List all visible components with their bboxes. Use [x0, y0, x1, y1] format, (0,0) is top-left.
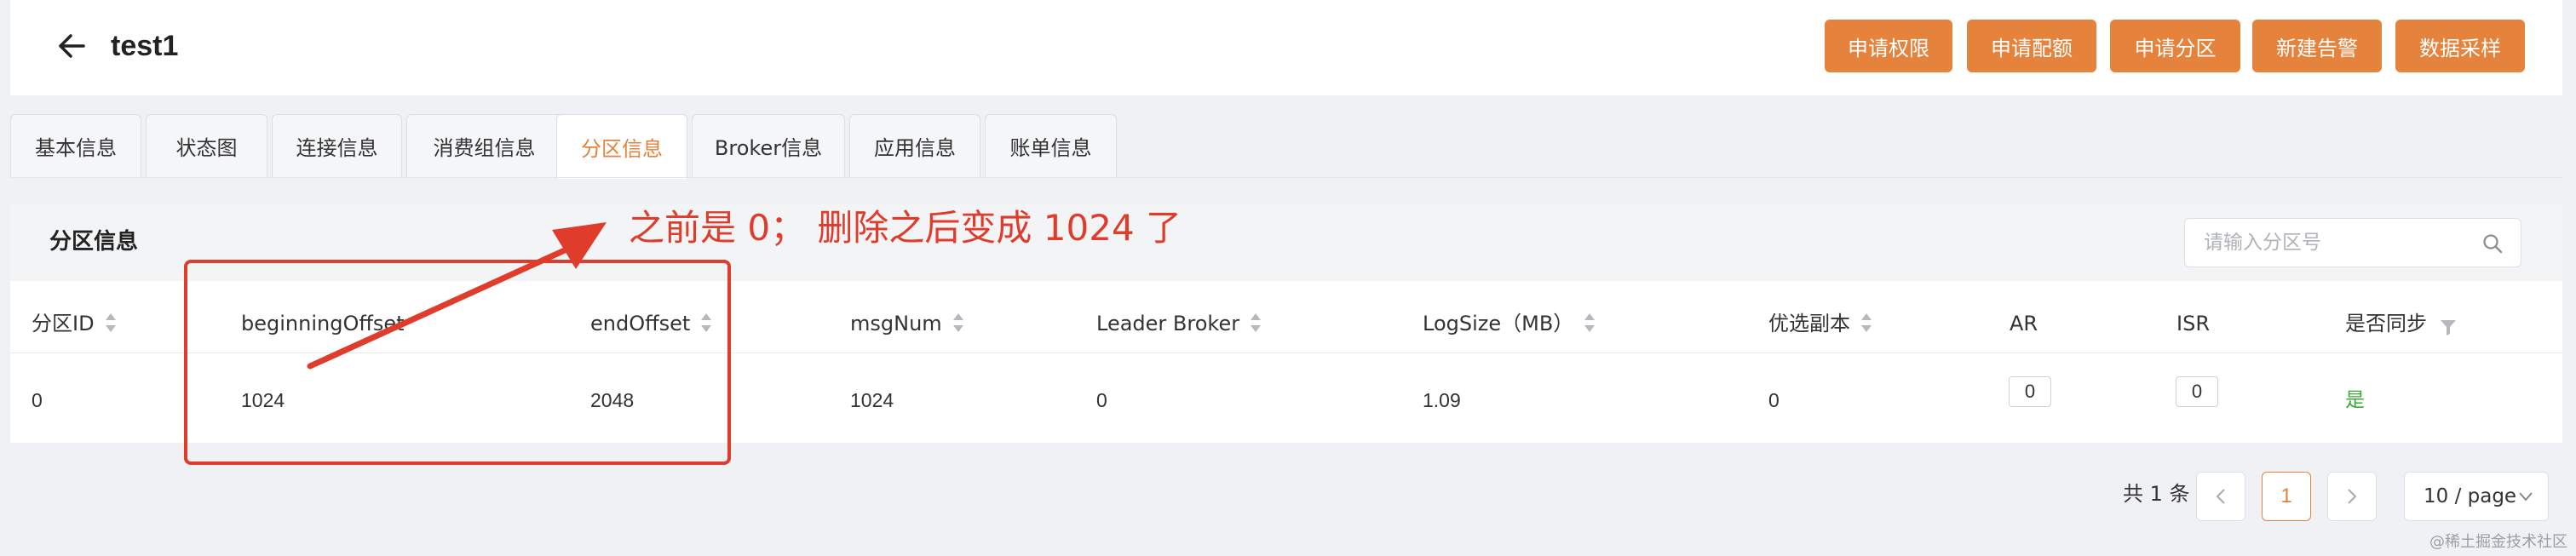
- partition-search: [2184, 218, 2521, 267]
- tab-connection-info[interactable]: 连接信息: [272, 114, 402, 177]
- partition-search-input[interactable]: [2185, 219, 2466, 267]
- panel-title: 分区信息: [49, 229, 139, 255]
- panel-header: 分区信息: [10, 204, 2562, 281]
- pagination-total: 共 1 条: [2123, 482, 2190, 506]
- tab-basic-info[interactable]: 基本信息: [10, 114, 141, 177]
- partition-panel: 分区信息 分区ID beginningOffset endOffset msgN…: [10, 204, 2562, 443]
- tab-divider: [10, 177, 2562, 178]
- apply-permission-button[interactable]: 申请权限: [1825, 20, 1952, 72]
- apply-quota-button[interactable]: 申请配额: [1967, 20, 2096, 72]
- cell-isr-tag: 0: [2176, 376, 2218, 407]
- column-header-label: ISR: [2176, 312, 2210, 335]
- watermark: @稀土掘金技术社区: [2429, 533, 2567, 551]
- cell-in-sync: 是: [2345, 389, 2365, 411]
- tab-billing-info[interactable]: 账单信息: [985, 114, 1117, 177]
- column-header-label: Leader Broker: [1096, 312, 1240, 335]
- cell-msg-num: 1024: [850, 389, 894, 411]
- tab-broker-info[interactable]: Broker信息: [692, 114, 845, 177]
- tab-application-info[interactable]: 应用信息: [849, 114, 980, 177]
- apply-partition-button[interactable]: 申请分区: [2110, 20, 2240, 72]
- tab-partition-info[interactable]: 分区信息: [556, 114, 687, 179]
- tab-status-chart[interactable]: 状态图: [146, 114, 267, 177]
- column-header-label: LogSize（MB）: [1423, 312, 1574, 335]
- column-header-label: endOffset: [590, 312, 691, 335]
- column-header-ar: AR: [2010, 307, 2038, 341]
- cell-end-offset: 2048: [590, 389, 635, 411]
- sort-icon[interactable]: [1250, 312, 1262, 335]
- column-header-end-offset[interactable]: endOffset: [590, 307, 712, 341]
- cell-ar-tag: 0: [2009, 376, 2051, 407]
- column-header-in-sync: 是否同步: [2345, 307, 2458, 341]
- arrow-left-icon[interactable]: [48, 27, 95, 65]
- page-size-value: 10 / page: [2424, 485, 2517, 507]
- column-header-preferred-replica[interactable]: 优选副本: [1768, 307, 1872, 341]
- column-header-label: AR: [2010, 312, 2038, 335]
- column-header-label: msgNum: [850, 312, 942, 335]
- sort-icon[interactable]: [700, 312, 712, 335]
- sort-icon[interactable]: [952, 312, 964, 335]
- cell-partition-id: 0: [32, 389, 43, 411]
- cell-leader-broker: 0: [1096, 389, 1107, 411]
- column-header-log-size[interactable]: LogSize（MB）: [1423, 307, 1596, 341]
- column-header-partition-id[interactable]: 分区ID: [32, 307, 117, 341]
- sort-icon[interactable]: [1860, 312, 1872, 335]
- data-sampling-button[interactable]: 数据采样: [2395, 20, 2525, 72]
- tab-consumer-group-info[interactable]: 消费组信息: [406, 114, 562, 177]
- column-header-label: beginningOffset: [241, 312, 405, 335]
- cell-beginning-offset: 1024: [241, 389, 285, 411]
- cell-log-size: 1.09: [1423, 389, 1461, 411]
- page-size-select[interactable]: 10 / page: [2404, 472, 2549, 521]
- column-header-isr: ISR: [2176, 307, 2210, 341]
- sort-icon[interactable]: [1584, 312, 1596, 335]
- page-number-current[interactable]: 1: [2262, 472, 2311, 521]
- column-header-label: 优选副本: [1768, 312, 1850, 335]
- search-icon[interactable]: [2481, 232, 2504, 255]
- chevron-right-icon[interactable]: [2327, 472, 2377, 521]
- cell-preferred-replica: 0: [1768, 389, 1780, 411]
- page-title: test1: [111, 30, 179, 62]
- column-header-label: 是否同步: [2345, 312, 2427, 335]
- column-header-label: 分区ID: [32, 312, 95, 335]
- chevron-down-icon: [2517, 488, 2534, 505]
- new-alert-button[interactable]: 新建告警: [2252, 20, 2382, 72]
- column-header-leader-broker[interactable]: Leader Broker: [1096, 307, 1262, 341]
- sort-icon[interactable]: [105, 312, 117, 335]
- annotation-text: 之前是 0； 删除之后变成 1024 了: [629, 207, 1182, 249]
- filter-icon[interactable]: [2439, 313, 2458, 335]
- column-header-msg-num[interactable]: msgNum: [850, 307, 964, 341]
- page-header: test1 申请权限 申请配额 申请分区 新建告警 数据采样: [10, 0, 2562, 95]
- chevron-left-icon[interactable]: [2196, 472, 2245, 521]
- column-header-beginning-offset[interactable]: beginningOffset: [241, 307, 405, 341]
